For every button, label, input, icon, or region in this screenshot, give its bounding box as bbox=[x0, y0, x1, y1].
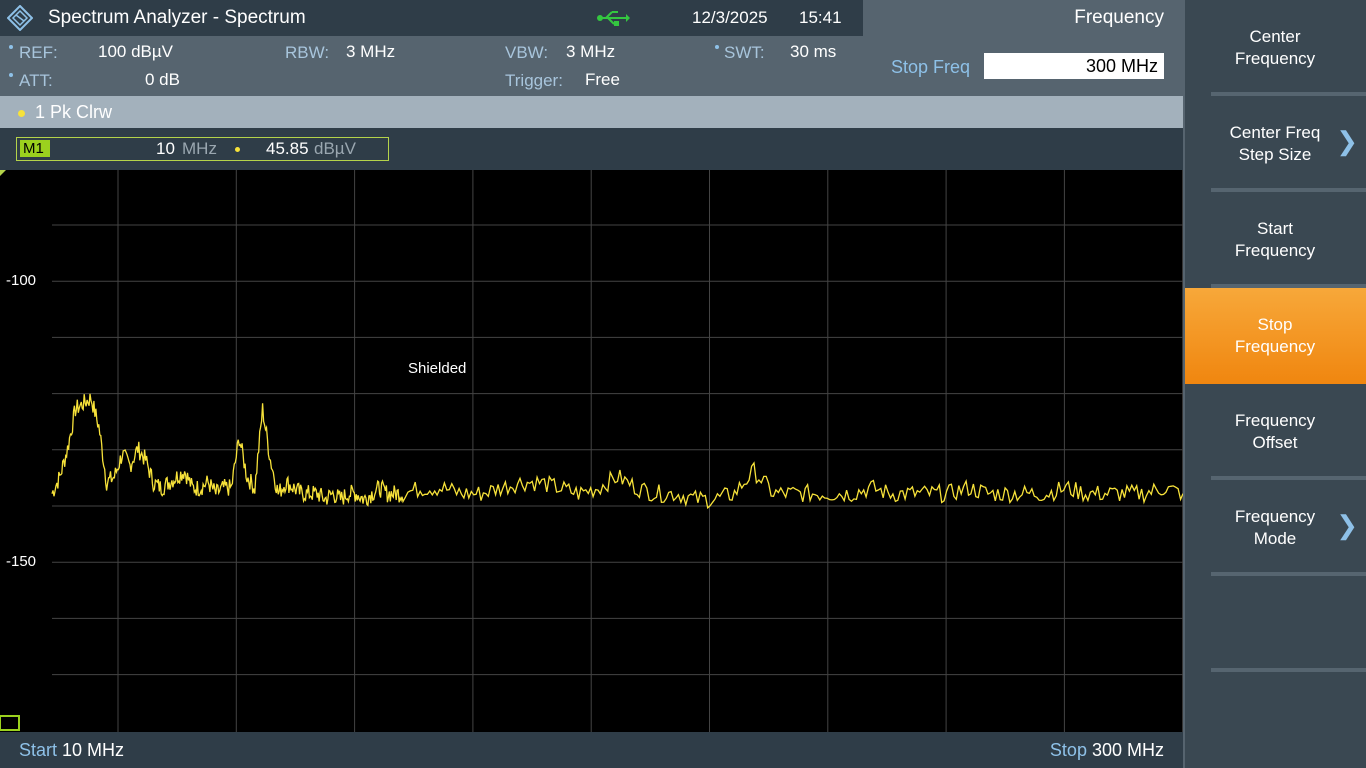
rohde-schwarz-logo bbox=[7, 5, 33, 31]
softkey-center-frequency[interactable]: Center Frequency bbox=[1185, 0, 1366, 96]
stop-freq-label: Stop Freq bbox=[891, 57, 971, 77]
trigger-value: Free bbox=[585, 70, 620, 89]
softkey-frequency-offset[interactable]: Frequency Offset bbox=[1185, 384, 1366, 480]
marker-tag: M1 bbox=[20, 140, 50, 157]
softkey-label: Frequency Mode bbox=[1234, 507, 1316, 548]
menu-title-label: Frequency bbox=[1074, 7, 1164, 28]
time: 15:41 bbox=[799, 8, 842, 27]
stop-value: 300 MHz bbox=[1091, 740, 1164, 760]
settings-bar[interactable]: REF: 100 dBµV ATT: 0 dB RBW: 3 MHz VBW: … bbox=[0, 36, 863, 96]
stop-label: Stop bbox=[1049, 740, 1087, 760]
marker-bar: M1 10 MHz 45.85 dBµV bbox=[0, 128, 1183, 170]
ref-indicator-icon bbox=[9, 45, 13, 49]
att-label: ATT: bbox=[19, 71, 53, 90]
trigger-label: Trigger: bbox=[505, 71, 563, 90]
swt-indicator-icon bbox=[715, 45, 719, 49]
marker-trace-icon bbox=[235, 147, 240, 152]
start-label: Start bbox=[19, 740, 58, 760]
spectrum-plot[interactable]: -100 -150 Shielded bbox=[0, 170, 1184, 732]
footer-bar: Start 10 MHz Stop 300 MHz bbox=[0, 732, 1183, 768]
chevron-right-icon: ❯ bbox=[1336, 126, 1358, 156]
vbw-label: VBW: bbox=[505, 43, 549, 62]
softkey-center-freq-step-size[interactable]: Center Freq Step Size ❯ bbox=[1185, 96, 1366, 192]
marker-freq: 10 bbox=[156, 139, 175, 158]
stop-freq-input[interactable]: 300 MHz bbox=[984, 53, 1164, 79]
softkey-stop-frequency[interactable]: Stop Frequency bbox=[1185, 288, 1366, 384]
marker-level-unit: dBµV bbox=[314, 139, 356, 158]
ref-level-marker-icon bbox=[0, 170, 6, 176]
y-tick-label: -100 bbox=[6, 272, 36, 289]
att-value: 0 dB bbox=[145, 70, 180, 89]
softkey-frequency-mode[interactable]: Frequency Mode ❯ bbox=[1185, 480, 1366, 576]
rbw-label: RBW: bbox=[285, 43, 330, 62]
marker-readout[interactable]: M1 10 MHz 45.85 dBµV bbox=[16, 137, 389, 161]
start-freq-display[interactable]: Start 10 MHz bbox=[19, 740, 124, 761]
usb-icon bbox=[597, 11, 630, 26]
date: 12/3/2025 bbox=[692, 8, 768, 27]
shielded-annotation: Shielded bbox=[408, 360, 466, 377]
plot-grid bbox=[52, 170, 1184, 732]
trace-line bbox=[51, 393, 1184, 510]
softkey-label: Center Frequency bbox=[1234, 27, 1316, 68]
y-axis-labels: -100 -150 bbox=[6, 272, 36, 570]
ref-label: REF: bbox=[19, 43, 58, 62]
softkey-label: Start Frequency bbox=[1234, 219, 1316, 260]
start-value: 10 MHz bbox=[62, 740, 125, 760]
softkey-label: Stop Frequency bbox=[1234, 315, 1316, 356]
chevron-right-icon: ❯ bbox=[1336, 510, 1358, 540]
softkey-panel: Center Frequency Center Freq Step Size ❯… bbox=[1183, 0, 1366, 768]
trigger-level-icon bbox=[0, 715, 20, 731]
y-tick-label: -150 bbox=[6, 553, 36, 570]
softkey-label: Center Freq Step Size bbox=[1229, 123, 1321, 164]
spectrum-chart: -100 -150 Shielded bbox=[0, 170, 1184, 732]
trace-label: 1 Pk Clrw bbox=[35, 102, 113, 122]
softkey-start-frequency[interactable]: Start Frequency bbox=[1185, 192, 1366, 288]
stop-freq-entry: Stop Freq 300 MHz bbox=[863, 36, 1183, 96]
att-indicator-icon bbox=[9, 73, 13, 77]
softkey-empty[interactable] bbox=[1185, 576, 1366, 672]
swt-label: SWT: bbox=[724, 43, 765, 62]
app-title: Spectrum Analyzer - Spectrum bbox=[48, 7, 306, 28]
trace-color-icon bbox=[18, 110, 25, 117]
menu-title: Frequency bbox=[863, 0, 1183, 36]
marker-freq-unit: MHz bbox=[182, 139, 217, 158]
softkey-divider bbox=[1211, 668, 1366, 672]
vbw-value: 3 MHz bbox=[566, 42, 616, 61]
swt-value: 30 ms bbox=[790, 42, 837, 61]
softkey-label: Frequency Offset bbox=[1234, 411, 1316, 452]
trace-bar[interactable]: 1 Pk Clrw bbox=[0, 96, 1183, 128]
marker-level: 45.85 bbox=[266, 139, 309, 158]
stop-freq-display[interactable]: Stop 300 MHz bbox=[1050, 740, 1164, 761]
rbw-value: 3 MHz bbox=[346, 42, 396, 61]
title-bar: Spectrum Analyzer - Spectrum 12/3/2025 1… bbox=[0, 0, 863, 36]
ref-value: 100 dBµV bbox=[98, 42, 174, 61]
